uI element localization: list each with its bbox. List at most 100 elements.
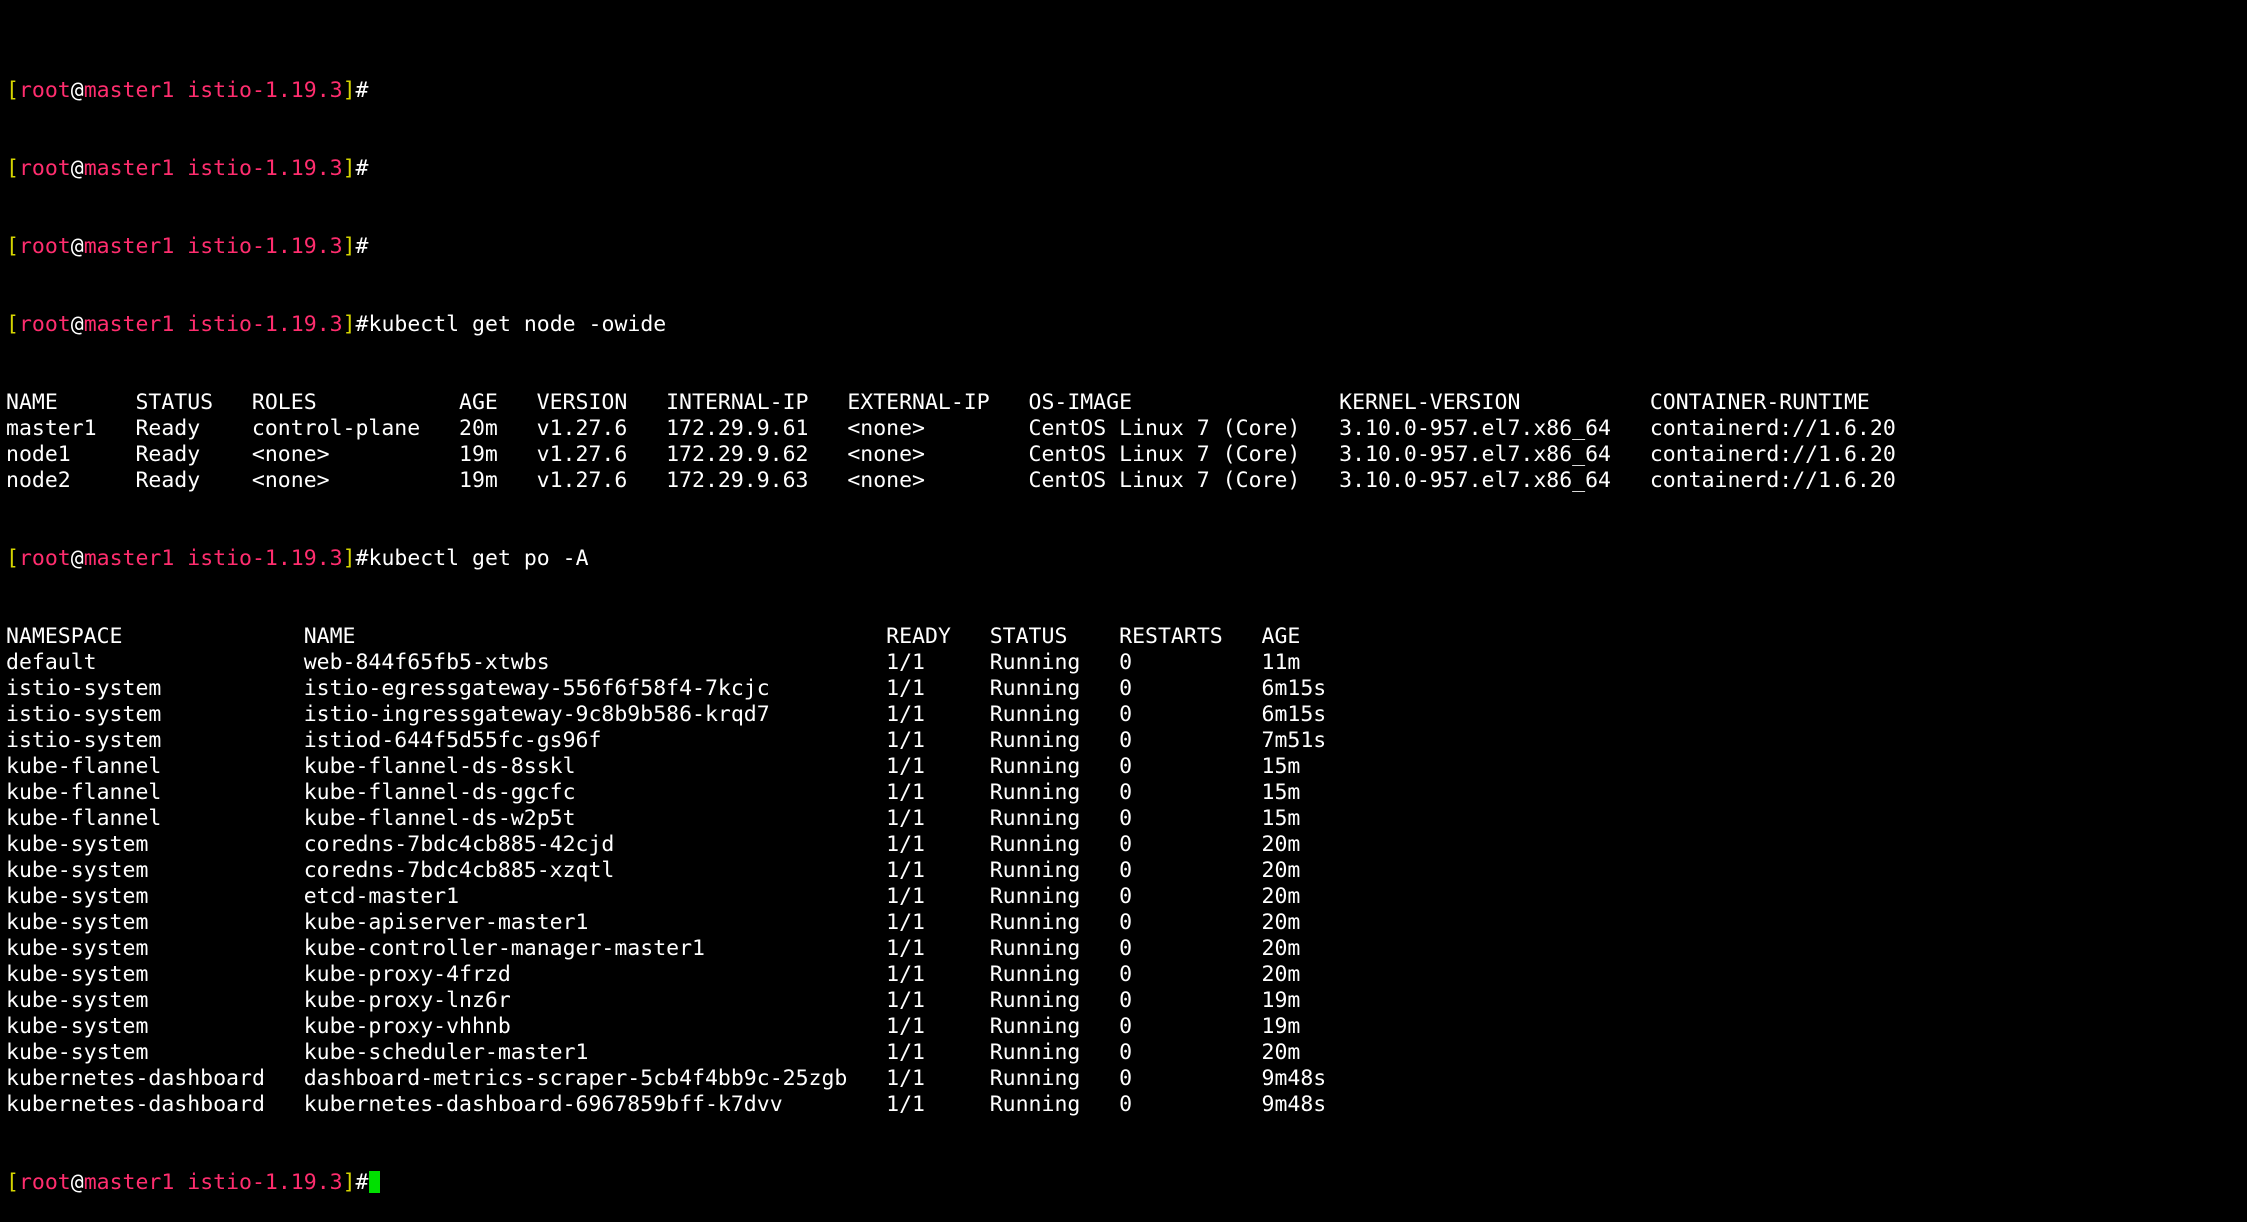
- cell-restarts: 0: [1119, 702, 1133, 727]
- cell-name: web-844f65fb5-xtwbs: [303, 650, 550, 675]
- pod-table: NAMESPACE NAME READY STATUS RESTARTS AGE defau…: [6, 624, 2247, 1118]
- cell-namespace: istio-system: [6, 702, 162, 727]
- prompt-close-bracket: ]: [342, 156, 356, 181]
- cell-name: kube-flannel-ds-ggcfc: [303, 780, 576, 805]
- cell-namespace: kube-flannel: [6, 806, 162, 831]
- cell-restarts: 0: [1119, 1066, 1133, 1091]
- pod-row: kube-system kube-apiserver-master1 1/1 Runn…: [6, 910, 2247, 936]
- node-row: node2 Ready <none> 19m v1.27.6 172.29.9.63 <no…: [6, 468, 2247, 494]
- pod-row: kube-system kube-controller-manager-maste…: [6, 936, 2247, 962]
- node-row: master1 Ready control-plane 20m v1.27.6 172.2…: [6, 416, 2247, 442]
- prompt-user: root: [18, 312, 71, 337]
- cell-age: 19m: [459, 468, 498, 493]
- cell-namespace: kube-system: [6, 936, 149, 961]
- cell-age: 15m: [1261, 754, 1301, 779]
- pod-row: kube-system kube-proxy-lnz6r 1/1 Running 0 19…: [6, 988, 2247, 1014]
- cell-version: VERSION: [536, 390, 628, 415]
- cell-status: Running: [989, 1092, 1081, 1117]
- cell-restarts: 0: [1119, 884, 1133, 909]
- cell-restarts: 0: [1119, 962, 1133, 987]
- cell-namespace: NAMESPACE: [6, 624, 123, 649]
- cell-kernel-version: 3.10.0-957.el7.x86_64: [1339, 442, 1611, 467]
- cell-age: 19m: [1261, 1014, 1301, 1039]
- cell-ready: 1/1: [886, 1014, 926, 1039]
- cell-namespace: kubernetes-dashboard: [6, 1066, 265, 1091]
- pod-row: kube-system coredns-7bdc4cb885-42cjd 1/1 Ru…: [6, 832, 2247, 858]
- command-text: kubectl get node -owide: [368, 312, 667, 337]
- cell-name: etcd-master1: [303, 884, 460, 909]
- terminal-window[interactable]: [root@master1 istio-1.19.3]# [root@maste…: [0, 0, 2247, 1195]
- cell-internal-ip: INTERNAL-IP: [666, 390, 809, 415]
- cursor[interactable]: [368, 1171, 380, 1193]
- table-header: NAMESPACE NAME READY STATUS RESTARTS AGE: [6, 624, 2247, 650]
- cell-status: Running: [989, 728, 1081, 753]
- prompt-open-bracket: [: [6, 78, 19, 103]
- pod-row: kube-system coredns-7bdc4cb885-xzqtl 1/1 Ru…: [6, 858, 2247, 884]
- cell-ready: 1/1: [886, 1066, 926, 1091]
- prompt-open-bracket: [: [6, 156, 19, 181]
- cell-status: Running: [989, 806, 1081, 831]
- cell-namespace: kube-system: [6, 1014, 149, 1039]
- cell-age: 19m: [1261, 988, 1301, 1013]
- cell-status: STATUS: [135, 390, 214, 415]
- cell-ready: 1/1: [886, 806, 926, 831]
- cell-status: Running: [989, 858, 1081, 883]
- cell-status: Running: [989, 650, 1081, 675]
- cell-container-runtime: containerd://1.6.20: [1649, 416, 1896, 441]
- cell-restarts: 0: [1119, 780, 1133, 805]
- cell-status: Running: [989, 832, 1081, 857]
- cell-ready: 1/1: [886, 728, 926, 753]
- cell-kernel-version: KERNEL-VERSION: [1339, 390, 1521, 415]
- cell-ready: 1/1: [886, 884, 926, 909]
- prompt-line-get-node: [root@master1 istio-1.19.3]#kubectl get …: [6, 312, 2247, 338]
- cell-external-ip: EXTERNAL-IP: [847, 390, 990, 415]
- cell-status: Running: [989, 676, 1081, 701]
- prompt-hash: #: [355, 234, 369, 259]
- cell-age: 6m15s: [1261, 702, 1327, 727]
- cell-restarts: 0: [1119, 910, 1133, 935]
- cell-ready: 1/1: [886, 858, 926, 883]
- cell-restarts: 0: [1119, 676, 1133, 701]
- prompt-host: master1: [83, 78, 175, 103]
- cell-status: Running: [989, 884, 1081, 909]
- prompt-at: @: [70, 78, 84, 103]
- prompt-close-bracket: ]: [342, 312, 356, 337]
- cell-age: 20m: [1261, 910, 1301, 935]
- cell-name: kube-apiserver-master1: [303, 910, 589, 935]
- prompt-at: @: [70, 1170, 84, 1195]
- prompt-user: root: [18, 78, 71, 103]
- cell-name: kube-scheduler-master1: [303, 1040, 589, 1065]
- prompt-open-bracket: [: [6, 546, 19, 571]
- prompt-user: root: [18, 156, 71, 181]
- prompt-hash: #: [355, 78, 369, 103]
- pod-row: kube-system kube-proxy-4frzd 1/1 Running 0 20…: [6, 962, 2247, 988]
- cell-name: kube-proxy-vhhnb: [303, 1014, 511, 1039]
- cell-namespace: kubernetes-dashboard: [6, 1092, 265, 1117]
- cell-ready: 1/1: [886, 832, 926, 857]
- cell-status: Ready: [135, 442, 201, 467]
- active-prompt-line[interactable]: [root@master1 istio-1.19.3]#: [6, 1170, 2247, 1196]
- cell-namespace: kube-system: [6, 988, 149, 1013]
- cell-namespace: kube-flannel: [6, 754, 162, 779]
- cell-age: 9m48s: [1261, 1092, 1327, 1117]
- prompt-dir: istio-1.19.3: [187, 234, 343, 259]
- prompt-dir: istio-1.19.3: [187, 156, 343, 181]
- cell-version: v1.27.6: [536, 468, 628, 493]
- cell-age: 20m: [1261, 1040, 1301, 1065]
- cell-restarts: RESTARTS: [1119, 624, 1223, 649]
- cell-age: 20m: [1261, 858, 1301, 883]
- pod-row: kube-system kube-proxy-vhhnb 1/1 Running 0 19…: [6, 1014, 2247, 1040]
- cell-name: dashboard-metrics-scraper-5cb4f4bb9c-25z…: [303, 1066, 848, 1091]
- cell-name: kube-flannel-ds-w2p5t: [303, 806, 576, 831]
- cell-name: istiod-644f5d55fc-gs96f: [303, 728, 602, 753]
- prompt-hash: #: [355, 312, 369, 337]
- cell-status: Running: [989, 1014, 1081, 1039]
- prompt-line: [root@master1 istio-1.19.3]#: [6, 78, 2247, 104]
- cell-restarts: 0: [1119, 936, 1133, 961]
- cell-internal-ip: 172.29.9.62: [666, 442, 809, 467]
- cell-namespace: kube-system: [6, 962, 149, 987]
- cell-age: 20m: [1261, 962, 1301, 987]
